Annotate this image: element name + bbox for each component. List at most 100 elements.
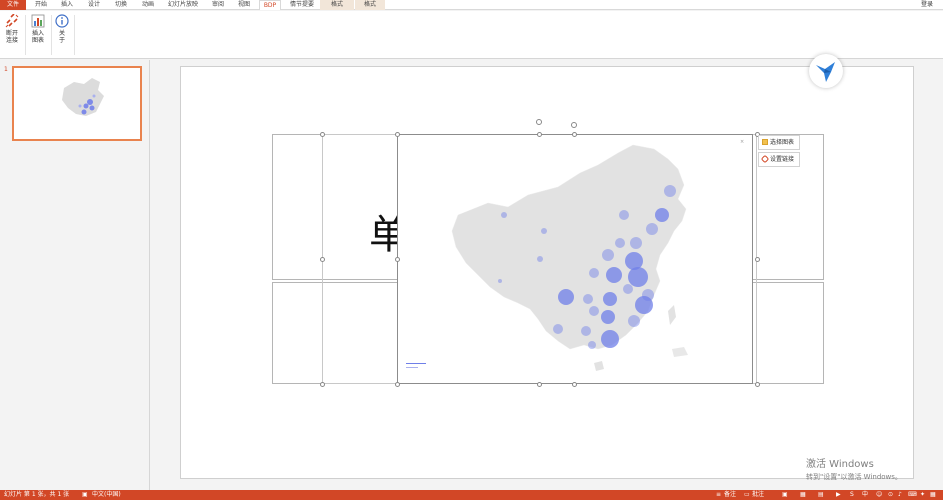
slide-thumbnail-pane: 1	[0, 60, 150, 490]
thumbnail-map-preview	[62, 78, 104, 116]
tab-format-1[interactable]: 格式	[320, 0, 354, 10]
disconnect-button[interactable]: 断开 连接	[2, 14, 22, 54]
resize-handle[interactable]	[572, 132, 577, 137]
resize-handle[interactable]	[320, 382, 325, 387]
taiwan-shape	[668, 305, 676, 325]
select-chart-button[interactable]: 选择图表	[758, 135, 800, 150]
app-logo-bird	[809, 54, 843, 88]
map-bubble	[498, 279, 502, 283]
disconnect-label: 断开 连接	[5, 30, 18, 44]
map-bubble	[588, 341, 596, 349]
map-bubble	[628, 267, 648, 287]
set-link-label: 设置链接	[770, 156, 795, 163]
svg-text:×: ×	[740, 139, 744, 145]
windows-activation-watermark: 激活 Windows 转到"设置"以激活 Windows。	[806, 455, 902, 482]
map-bubble	[619, 210, 629, 220]
map-bubble	[615, 238, 625, 248]
rotate-handle[interactable]	[571, 122, 577, 128]
keyboard-icon[interactable]: ⌨	[908, 490, 917, 500]
tab-bdp[interactable]: BDP	[259, 0, 281, 10]
tab-insert[interactable]: 插入	[56, 0, 78, 10]
map-bubble	[581, 326, 591, 336]
watermark-line-2: 转到"设置"以激活 Windows。	[806, 473, 902, 481]
resize-handle[interactable]	[395, 132, 400, 137]
about-label: 关 于	[58, 30, 65, 44]
tab-format-2[interactable]: 格式	[355, 0, 385, 10]
slide-thumbnail[interactable]	[12, 66, 142, 141]
tab-review[interactable]: 审阅	[207, 0, 229, 10]
insert-chart-label: 插入 图表	[31, 30, 44, 44]
slide-count-status: 幻灯片 第 1 张，共 1 张	[4, 491, 70, 498]
ribbon-separator	[74, 15, 75, 55]
comments-button[interactable]: 批注	[752, 490, 764, 500]
resize-handle[interactable]	[320, 132, 325, 137]
language-status[interactable]: 中文(中国)	[92, 490, 121, 500]
tray-icon[interactable]: ▦	[930, 490, 936, 500]
resize-handle[interactable]	[755, 382, 760, 387]
slide-editor: 单 × 选择图表 设置链接 激活 Windows 转到"设置"以激活 Windo…	[151, 54, 943, 490]
tab-home[interactable]: 开始	[30, 0, 52, 10]
map-bubble	[558, 289, 574, 305]
rotate-handle[interactable]	[536, 119, 542, 125]
resize-handle[interactable]	[395, 382, 400, 387]
china-land-shape	[451, 144, 687, 350]
status-bar: 幻灯片 第 1 张，共 1 张 ▣ 中文(中国) ≡ 备注 ▭ 批注 ▣ ▦ ▤…	[0, 490, 943, 500]
select-chart-label: 选择图表	[770, 139, 795, 146]
tray-icon[interactable]: ☺	[876, 490, 882, 500]
tab-storyboard[interactable]: 情节提要	[285, 0, 319, 10]
ime-mode-icon[interactable]: 中	[862, 490, 868, 500]
resize-handle[interactable]	[537, 382, 542, 387]
reading-view-icon[interactable]: ▤	[818, 490, 824, 500]
map-bubble	[630, 237, 642, 249]
map-bubble	[589, 306, 599, 316]
tray-icon[interactable]: ✦	[920, 490, 925, 500]
map-bubble	[655, 208, 669, 222]
ime-icon[interactable]: S	[850, 490, 854, 500]
slideshow-view-icon[interactable]: ▶	[836, 490, 841, 500]
map-bubble	[537, 256, 543, 262]
map-bubble	[541, 228, 547, 234]
notes-button[interactable]: 备注	[724, 490, 736, 500]
resize-handle[interactable]	[572, 382, 577, 387]
map-bubble	[602, 249, 614, 261]
about-button[interactable]: 关 于	[52, 14, 72, 54]
notes-icon: ≡	[716, 491, 722, 498]
tab-animations[interactable]: 动画	[137, 0, 159, 10]
login-link[interactable]: 登录	[921, 0, 933, 10]
ribbon-tab-bar: 文件 开始 插入 设计 切换 动画 幻灯片放映 审阅 视图 BDP 情节提要 格…	[0, 0, 943, 10]
link-icon	[760, 154, 770, 164]
tab-file[interactable]: 文件	[0, 0, 26, 10]
info-icon	[55, 14, 69, 28]
spellcheck-icon[interactable]: ▣	[82, 490, 88, 500]
tab-design[interactable]: 设计	[83, 0, 105, 10]
resize-handle[interactable]	[320, 257, 325, 262]
folder-icon	[762, 139, 768, 145]
china-map-chart[interactable]: ×	[397, 134, 753, 384]
tab-view[interactable]: 视图	[233, 0, 255, 10]
map-bubble	[589, 268, 599, 278]
tray-icon[interactable]: ⊙	[888, 490, 893, 500]
map-bubble	[635, 296, 653, 314]
map-bubble	[553, 324, 563, 334]
slide-number: 1	[4, 66, 8, 73]
ribbon: 断开 连接 插入 图表 关 于	[0, 11, 943, 59]
tab-transitions[interactable]: 切换	[110, 0, 132, 10]
map-bubble	[603, 292, 617, 306]
ribbon-separator	[25, 15, 26, 55]
insert-chart-button[interactable]: 插入 图表	[28, 14, 48, 54]
map-legend	[406, 363, 426, 368]
slide-canvas[interactable]: 单 × 选择图表 设置链接	[180, 54, 914, 479]
microphone-icon[interactable]: ♪	[898, 490, 902, 500]
slide-sorter-icon[interactable]: ▦	[800, 490, 806, 500]
watermark-line-1: 激活 Windows	[806, 459, 874, 470]
set-link-button[interactable]: 设置链接	[758, 152, 800, 167]
hainan-shape	[594, 361, 604, 371]
bird-icon	[816, 62, 835, 82]
resize-handle[interactable]	[755, 257, 760, 262]
map-bubble	[628, 315, 640, 327]
resize-handle[interactable]	[537, 132, 542, 137]
normal-view-icon[interactable]: ▣	[782, 490, 788, 500]
resize-handle[interactable]	[395, 257, 400, 262]
comments-icon: ▭	[744, 491, 750, 498]
tab-slideshow[interactable]: 幻灯片放映	[163, 0, 203, 10]
